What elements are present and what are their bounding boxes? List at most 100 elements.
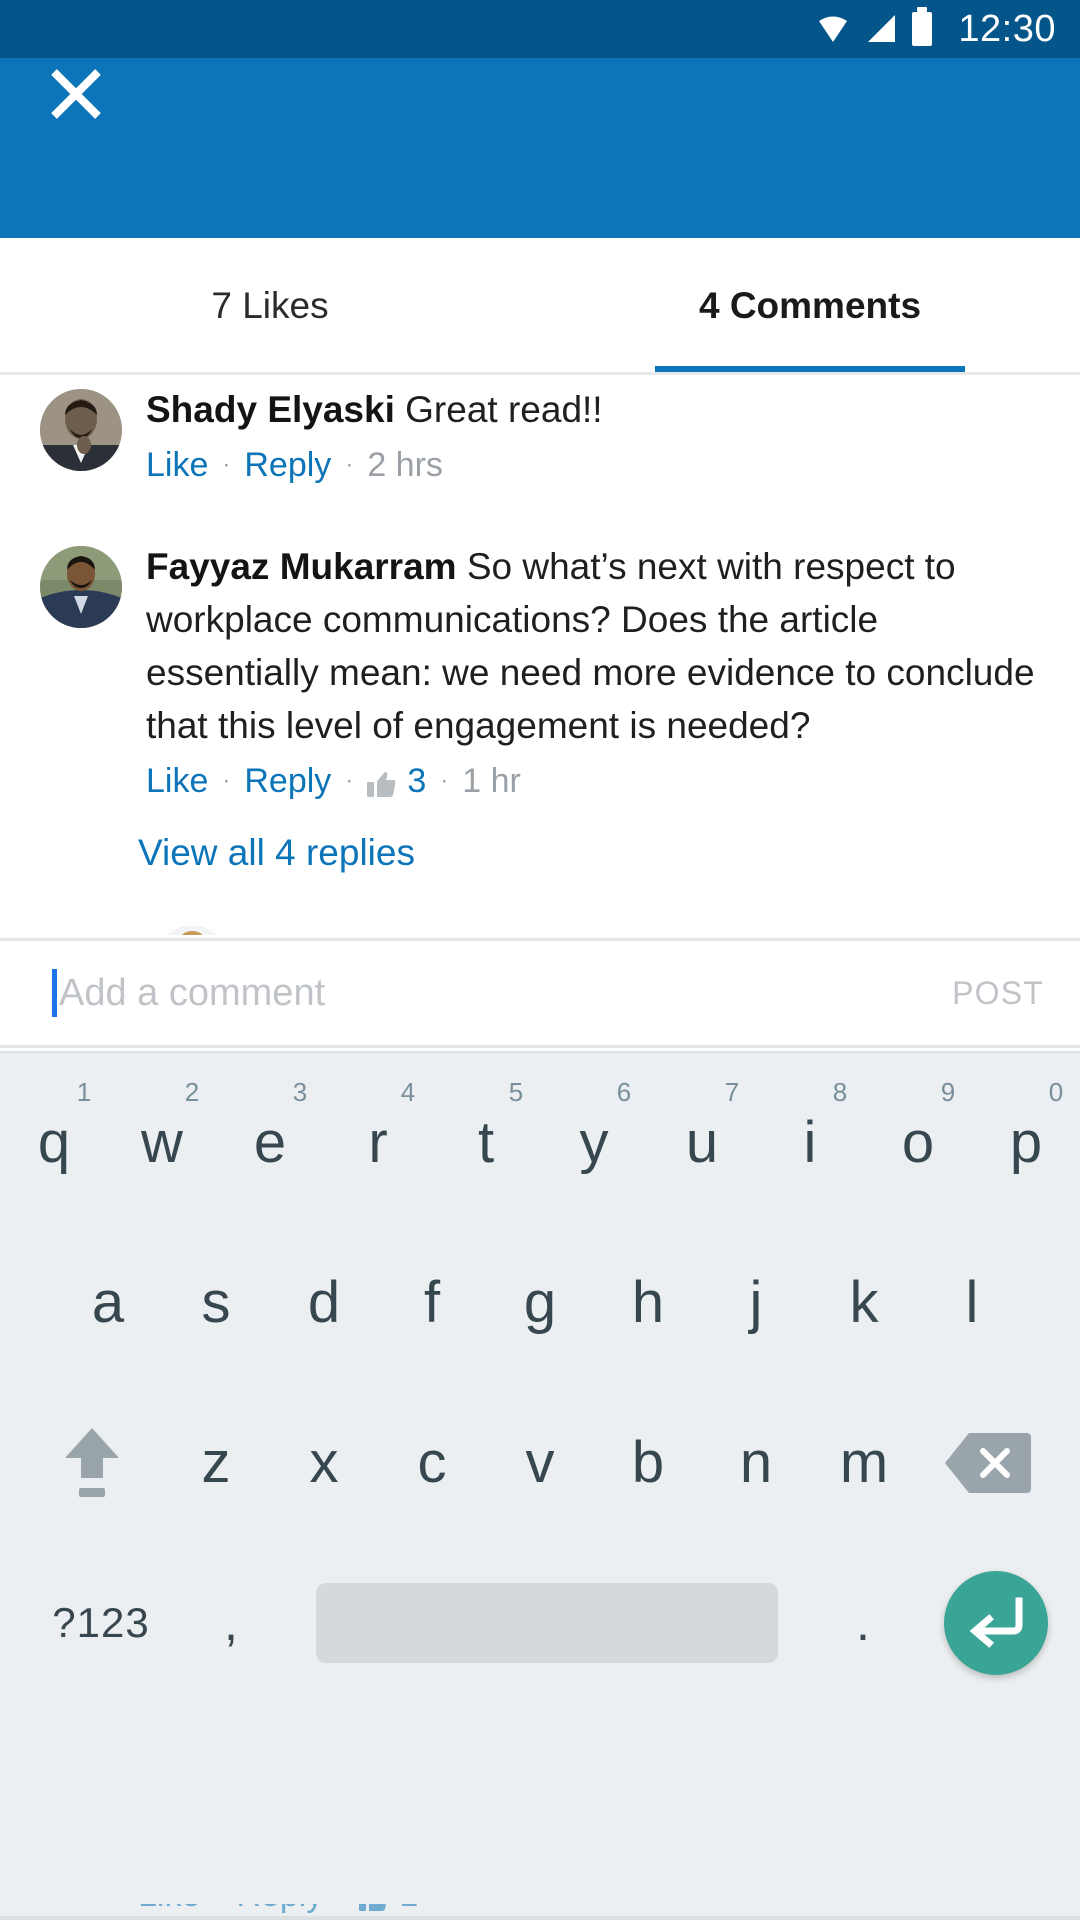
key-label: z: [201, 1430, 231, 1495]
key-m[interactable]: m: [810, 1393, 918, 1533]
key-label: u: [685, 1110, 719, 1175]
comment-timestamp: 1 hr: [462, 762, 521, 800]
comment-item[interactable]: Fayyaz Mukarram So what’s next with resp…: [0, 532, 1080, 806]
key-label: f: [423, 1270, 441, 1335]
key-period[interactable]: .: [808, 1594, 918, 1652]
like-button[interactable]: Like: [146, 440, 208, 490]
key-label: g: [523, 1270, 557, 1335]
view-all-replies-link[interactable]: View all 4 replies: [0, 806, 1080, 874]
separator-dot: ·: [440, 767, 449, 794]
phone-screen: 12:30 7 Likes 4 Comments Shady Elyaski G…: [0, 0, 1080, 1920]
comment-text: Great read!!: [405, 389, 603, 430]
comment-spacer: [0, 874, 1080, 916]
key-b[interactable]: b: [594, 1393, 702, 1533]
key-hint-7: 7: [724, 1077, 740, 1107]
key-h[interactable]: h: [594, 1233, 702, 1373]
thumbs-up-icon[interactable]: [367, 770, 397, 800]
key-r[interactable]: 4r: [324, 1073, 432, 1213]
comment-item[interactable]: Shady Elyaski Great read!! Like · Reply …: [0, 375, 1080, 490]
enter-icon[interactable]: [944, 1571, 1048, 1675]
key-label: p: [1009, 1110, 1043, 1175]
key-e[interactable]: 3e: [216, 1073, 324, 1213]
avatar[interactable]: [40, 546, 122, 628]
backspace-icon[interactable]: [918, 1393, 1058, 1533]
comment-body: Robyn Hannah @Fayyaz Mukarram There is a…: [249, 916, 1040, 935]
key-d[interactable]: d: [270, 1233, 378, 1373]
avatar[interactable]: [40, 389, 122, 471]
key-comma[interactable]: ,: [176, 1594, 286, 1652]
key-label: .: [856, 1595, 870, 1651]
reply-button[interactable]: Reply: [244, 440, 331, 490]
comment-author[interactable]: Shady Elyaski: [146, 389, 395, 430]
symbols-key[interactable]: ?123: [26, 1599, 176, 1647]
comment-list[interactable]: Shady Elyaski Great read!! Like · Reply …: [0, 375, 1080, 935]
key-label: h: [631, 1270, 665, 1335]
keyboard-row-4: ?123 , .: [0, 1533, 1080, 1713]
key-label: ,: [224, 1595, 238, 1651]
comment-text-line: Shady Elyaski Great read!!: [146, 383, 1040, 436]
status-icon-group: 12:30: [816, 7, 1056, 50]
key-a[interactable]: a: [54, 1233, 162, 1373]
key-n[interactable]: n: [702, 1393, 810, 1533]
comment-input[interactable]: Add a comment: [59, 972, 932, 1015]
key-v[interactable]: v: [486, 1393, 594, 1533]
key-label: l: [965, 1270, 979, 1335]
key-t[interactable]: 5t: [432, 1073, 540, 1213]
key-u[interactable]: 7u: [648, 1073, 756, 1213]
key-f[interactable]: f: [378, 1233, 486, 1373]
key-o[interactable]: 9o: [864, 1073, 972, 1213]
tab-likes[interactable]: 7 Likes: [0, 238, 540, 373]
key-label: j: [749, 1270, 763, 1335]
keyboard-row-2: a s d f g h j k l: [0, 1213, 1080, 1373]
key-label: a: [91, 1270, 125, 1335]
like-button[interactable]: Like: [146, 756, 208, 806]
tab-bar: 7 Likes 4 Comments: [0, 238, 1080, 373]
tab-comments[interactable]: 4 Comments: [540, 238, 1080, 373]
bleed-divider: [0, 1916, 1080, 1920]
shift-icon[interactable]: [22, 1393, 162, 1533]
text-caret: [52, 969, 57, 1017]
status-clock: 12:30: [958, 8, 1056, 50]
key-g[interactable]: g: [486, 1233, 594, 1373]
key-p[interactable]: 0p: [972, 1073, 1080, 1213]
background-bleed-row: Like · Reply · 1: [0, 1904, 1080, 1920]
key-label: c: [417, 1430, 447, 1495]
key-k[interactable]: k: [810, 1233, 918, 1373]
key-w[interactable]: 2w: [108, 1073, 216, 1213]
close-icon[interactable]: [40, 58, 112, 130]
key-hint-6: 6: [616, 1077, 632, 1107]
separator-dot: ·: [345, 451, 354, 478]
key-hint-2: 2: [184, 1077, 200, 1107]
key-label: k: [849, 1270, 879, 1335]
key-j[interactable]: j: [702, 1233, 810, 1373]
avatar[interactable]: [155, 926, 229, 935]
keyboard-row-3: z x c v b n m: [0, 1373, 1080, 1533]
wifi-icon: [816, 12, 850, 46]
key-x[interactable]: x: [270, 1393, 378, 1533]
reply-button[interactable]: Reply: [244, 756, 331, 806]
key-z[interactable]: z: [162, 1393, 270, 1533]
key-label: r: [368, 1110, 388, 1175]
key-y[interactable]: 6y: [540, 1073, 648, 1213]
spacebar[interactable]: [316, 1583, 778, 1663]
key-label: o: [901, 1110, 935, 1175]
key-c[interactable]: c: [378, 1393, 486, 1533]
app-bar: [0, 58, 1080, 238]
key-label: x: [309, 1430, 339, 1495]
comment-item-reply[interactable]: Robyn Hannah @Fayyaz Mukarram There is a…: [0, 916, 1080, 935]
comment-input-bar[interactable]: Add a comment POST: [0, 938, 1080, 1048]
tab-likes-label: 7 Likes: [211, 284, 329, 326]
key-label: n: [739, 1430, 773, 1495]
key-i[interactable]: 8i: [756, 1073, 864, 1213]
key-label: q: [37, 1110, 71, 1175]
comment-author[interactable]: Robyn Hannah: [249, 930, 510, 935]
key-label: t: [477, 1110, 495, 1175]
comment-mention[interactable]: @Fayyaz Mukarram: [520, 930, 854, 935]
on-screen-keyboard[interactable]: 1q 2w 3e 4r 5t 6y 7u 8i 9o 0p a s d f g …: [0, 1051, 1080, 1920]
comment-author[interactable]: Fayyaz Mukarram: [146, 546, 457, 587]
key-l[interactable]: l: [918, 1233, 1026, 1373]
key-s[interactable]: s: [162, 1233, 270, 1373]
keyboard-row-1: 1q 2w 3e 4r 5t 6y 7u 8i 9o 0p: [0, 1053, 1080, 1213]
key-q[interactable]: 1q: [0, 1073, 108, 1213]
post-button[interactable]: POST: [932, 975, 1044, 1012]
